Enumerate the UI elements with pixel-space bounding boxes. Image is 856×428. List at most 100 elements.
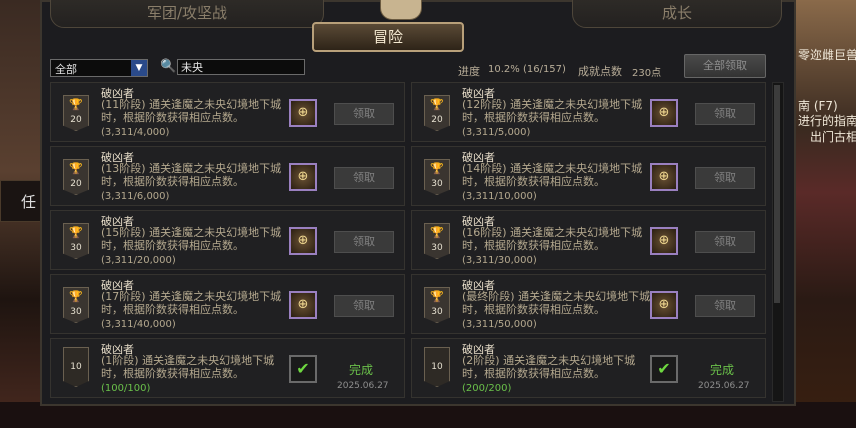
points-badge: 🏆 30 [63, 223, 89, 259]
achievement-progress: (3,311/6,000) [101, 191, 170, 202]
points-badge: 🏆 30 [63, 287, 89, 323]
achievement-progress: (3,311/40,000) [101, 319, 176, 330]
completed-date: 2025.06.27 [698, 381, 750, 391]
category-filter-select[interactable]: 全部 ▼ [50, 59, 148, 77]
claim-button[interactable]: 领取 [695, 231, 755, 253]
points-badge-value: 30 [431, 307, 443, 317]
tab-growth[interactable]: 成长 [572, 0, 782, 28]
reward-emblem-icon[interactable]: ⊕ [289, 227, 317, 255]
achievement-card: 🏆 20 破凶者 (11阶段) 通关逢魔之未央幻境地下城时，根据阶数获得相应点数。 (3… [50, 82, 405, 142]
scroll-emblem-icon [380, 0, 422, 20]
search-input[interactable] [177, 59, 305, 75]
achievement-card: 10 破凶者 (2阶段) 通关逢魔之未央幻境地下城时，根据阶数获得相应点数。 (200… [411, 338, 766, 398]
scrollbar-thumb[interactable] [774, 85, 780, 303]
reward-emblem-icon[interactable]: ⊕ [289, 163, 317, 191]
points-value: 230点 [632, 68, 662, 79]
game-background-right: 零迩雌巨兽 南 (F7) 进行的指南 出门古相 [796, 0, 856, 428]
points-badge-value: 10 [70, 362, 82, 372]
achievement-description: (16阶段) 通关逢魔之未央幻境地下城时，根据阶数获得相应点数。 [462, 226, 643, 252]
trophy-icon: 🏆 [69, 98, 83, 111]
trophy-icon: 🏆 [69, 226, 83, 239]
points-badge: 🏆 20 [63, 159, 89, 195]
progress-label: 进度 [458, 65, 480, 78]
points-badge-value: 30 [70, 307, 82, 317]
points-badge-value: 30 [70, 243, 82, 253]
trophy-icon: 🏆 [69, 290, 83, 303]
points-badge: 🏆 20 [63, 95, 89, 131]
trophy-icon: 🏆 [430, 226, 444, 239]
points-label: 成就点数 [578, 65, 622, 78]
achievement-progress: (3,311/20,000) [101, 255, 176, 266]
claim-button[interactable]: 领取 [334, 231, 394, 253]
reward-emblem-icon[interactable]: ⊕ [289, 99, 317, 127]
tab-legion[interactable]: 军团/攻坚战 [50, 0, 324, 28]
achievement-description: (12阶段) 通关逢魔之未央幻境地下城时，根据阶数获得相应点数。 [462, 98, 643, 124]
background-text: 零迩雌巨兽 [798, 48, 856, 62]
reward-emblem-icon[interactable]: ⊕ [650, 99, 678, 127]
background-sign: 任 [0, 180, 42, 222]
points-badge-value: 20 [70, 115, 82, 125]
chevron-down-icon[interactable]: ▼ [131, 60, 147, 76]
filter-value: 全部 [55, 63, 77, 76]
achievement-description: (13阶段) 通关逢魔之未央幻境地下城时，根据阶数获得相应点数。 [101, 162, 282, 188]
achievement-progress: (3,311/10,000) [462, 191, 537, 202]
achievement-card: 10 破凶者 (1阶段) 通关逢魔之未央幻境地下城时，根据阶数获得相应点数。 (100… [50, 338, 405, 398]
achievement-progress: (3,311/5,000) [462, 127, 531, 138]
search-icon: 🔍 [160, 59, 177, 74]
reward-emblem-icon[interactable]: ⊕ [650, 163, 678, 191]
achievement-description: (15阶段) 通关逢魔之未央幻境地下城时，根据阶数获得相应点数。 [101, 226, 282, 252]
points-badge: 🏆 30 [424, 159, 450, 195]
claim-button[interactable]: 领取 [695, 295, 755, 317]
list-scrollbar[interactable] [772, 82, 784, 402]
achievement-description: (2阶段) 通关逢魔之未央幻境地下城时，根据阶数获得相应点数。 [462, 354, 636, 380]
claim-button[interactable]: 领取 [695, 103, 755, 125]
claim-button[interactable]: 领取 [334, 295, 394, 317]
reward-emblem-icon[interactable]: ⊕ [289, 291, 317, 319]
background-text: 进行的指南 [798, 114, 856, 128]
achievement-description: (17阶段) 通关逢魔之未央幻境地下城时，根据阶数获得相应点数。 [101, 290, 282, 316]
achievement-card: 🏆 30 破凶者 (16阶段) 通关逢魔之未央幻境地下城时，根据阶数获得相应点数。 (3… [411, 210, 766, 270]
claim-button[interactable]: 领取 [334, 103, 394, 125]
completed-date: 2025.06.27 [337, 381, 389, 391]
achievement-card: 🏆 20 破凶者 (13阶段) 通关逢魔之未央幻境地下城时，根据阶数获得相应点数。 (3… [50, 146, 405, 206]
achievement-progress: (3,311/30,000) [462, 255, 537, 266]
points-badge: 🏆 30 [424, 223, 450, 259]
background-sign-text: 任 [21, 193, 37, 211]
points-badge-value: 20 [70, 179, 82, 189]
checkmark-icon: ✔ [650, 355, 678, 383]
achievement-description: (1阶段) 通关逢魔之未央幻境地下城时，根据阶数获得相应点数。 [101, 354, 275, 380]
achievement-list: 🏆 20 破凶者 (11阶段) 通关逢魔之未央幻境地下城时，根据阶数获得相应点数。 (3… [50, 82, 770, 402]
points-badge-value: 20 [431, 115, 443, 125]
points-badge: 🏆 30 [424, 287, 450, 323]
points-badge-value: 10 [431, 362, 443, 372]
trophy-icon: 🏆 [430, 290, 444, 303]
claim-all-button[interactable]: 全部领取 [684, 54, 766, 78]
points-badge: 10 [63, 347, 89, 387]
achievement-card: 🏆 30 破凶者 (15阶段) 通关逢魔之未央幻境地下城时，根据阶数获得相应点数。 (3… [50, 210, 405, 270]
achievement-description: (11阶段) 通关逢魔之未央幻境地下城时，根据阶数获得相应点数。 [101, 98, 282, 124]
reward-emblem-icon[interactable]: ⊕ [650, 227, 678, 255]
trophy-icon: 🏆 [430, 98, 444, 111]
points-badge-value: 30 [431, 179, 443, 189]
tab-adventure[interactable]: 冒险 [312, 22, 464, 52]
achievement-progress: (3,311/4,000) [101, 127, 170, 138]
completed-status: 完成 [710, 363, 735, 377]
achievement-progress: (3,311/50,000) [462, 319, 537, 330]
achievement-card: 🏆 30 破凶者 (14阶段) 通关逢魔之未央幻境地下城时，根据阶数获得相应点数。 (3… [411, 146, 766, 206]
checkmark-icon: ✔ [289, 355, 317, 383]
achievement-progress: (200/200) [462, 383, 512, 394]
achievement-card: 🏆 30 破凶者 (最终阶段) 通关逢魔之未央幻境地下城时，根据阶数获得相应点数。 (3… [411, 274, 766, 334]
achievement-description: (14阶段) 通关逢魔之未央幻境地下城时，根据阶数获得相应点数。 [462, 162, 643, 188]
trophy-icon: 🏆 [430, 162, 444, 175]
claim-button[interactable]: 领取 [334, 167, 394, 189]
points-badge: 10 [424, 347, 450, 387]
achievement-description: (最终阶段) 通关逢魔之未央幻境地下城时，根据阶数获得相应点数。 [462, 290, 651, 316]
trophy-icon: 🏆 [69, 162, 83, 175]
achievement-progress: (100/100) [101, 383, 151, 394]
claim-button[interactable]: 领取 [695, 167, 755, 189]
background-text: 出门古相 [810, 130, 856, 144]
reward-emblem-icon[interactable]: ⊕ [650, 291, 678, 319]
completed-status: 完成 [349, 363, 374, 377]
achievement-panel: 军团/攻坚战 成长 冒险 全部 ▼ 🔍 进度 10.2% (16/157) 成就… [40, 0, 796, 406]
achievement-card: 🏆 30 破凶者 (17阶段) 通关逢魔之未央幻境地下城时，根据阶数获得相应点数。 (3… [50, 274, 405, 334]
